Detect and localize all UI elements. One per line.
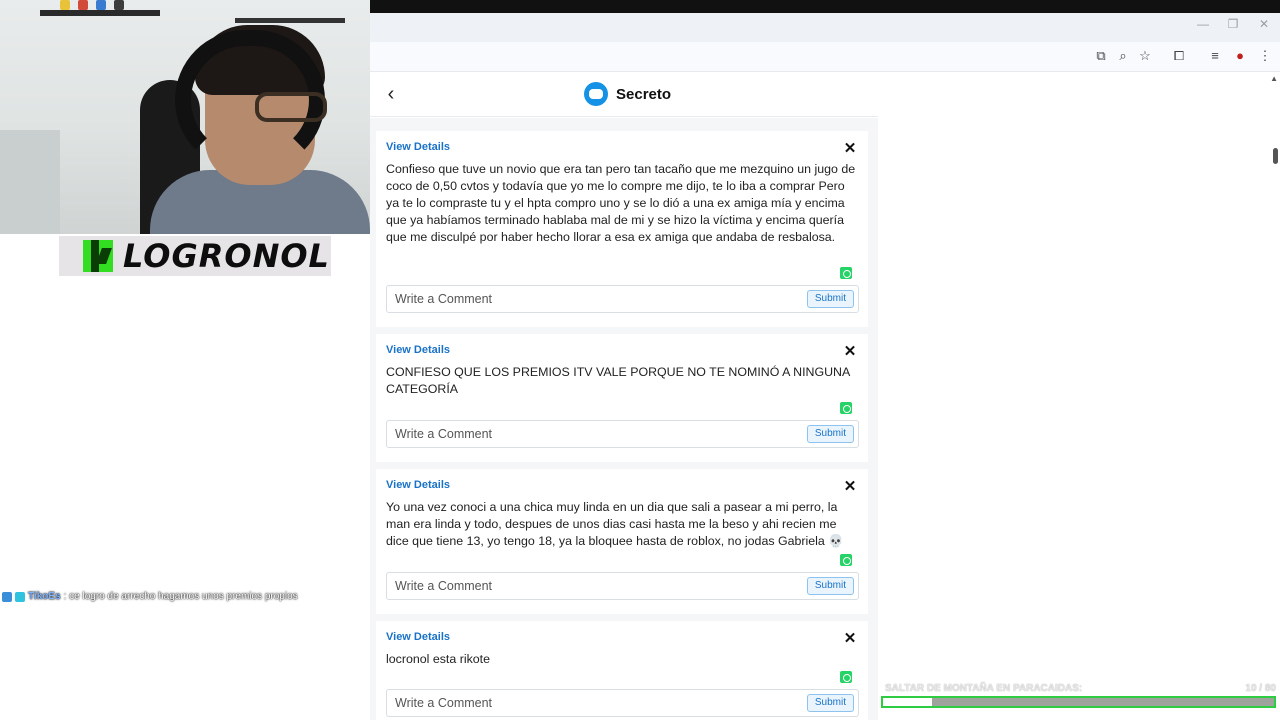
screen-top-bar xyxy=(370,0,1280,13)
confession-text: locronol esta rikote xyxy=(386,652,490,666)
app-title: Secreto xyxy=(616,85,672,103)
browser-title-bar: — ❐ ✕ xyxy=(370,13,1280,42)
view-details-link[interactable]: View Details xyxy=(386,141,450,153)
shelf-figure xyxy=(96,0,106,10)
confession-card: View Details ✕ Confieso que tuve un novi… xyxy=(376,131,868,327)
brand: Secreto xyxy=(584,82,671,106)
close-icon[interactable]: ✕ xyxy=(842,629,858,647)
shelf-figure xyxy=(78,0,88,10)
close-icon[interactable]: ✕ xyxy=(842,477,858,495)
profile-icon[interactable]: ● xyxy=(1231,48,1249,63)
web-page: ‹ Secreto View Details ✕ Confieso que tu… xyxy=(370,73,1280,720)
screen: LOGRONOL TikoEs : ce logro de arrecho ha… xyxy=(0,0,1280,720)
shelf xyxy=(235,18,345,23)
view-details-link[interactable]: View Details xyxy=(386,631,450,643)
install-app-icon[interactable]: ⧉ xyxy=(1092,48,1110,64)
chat-bubble-icon xyxy=(584,82,608,106)
close-icon[interactable]: ✕ xyxy=(842,139,858,157)
comment-box: Submit xyxy=(386,572,859,600)
comment-box: Submit xyxy=(386,689,859,717)
channel-banner: LOGRONOL xyxy=(59,236,331,276)
comment-input[interactable] xyxy=(395,292,795,306)
minimize-icon[interactable]: — xyxy=(1193,17,1213,31)
channel-name: LOGRONOL xyxy=(123,237,330,275)
app-header: ‹ Secreto xyxy=(370,73,878,117)
confession-card: View Details ✕ CONFIESO QUE LOS PREMIOS … xyxy=(376,334,868,462)
comment-input[interactable] xyxy=(395,579,795,593)
submit-button[interactable]: Submit xyxy=(806,694,854,712)
whatsapp-share-icon[interactable] xyxy=(840,402,852,414)
close-window-icon[interactable]: ✕ xyxy=(1254,17,1274,31)
chat-text: : ce logro de arrecho hagamos unos premi… xyxy=(63,591,298,602)
goal-progress-bar xyxy=(881,696,1276,708)
confession-card: View Details ✕ locronol esta rikote Subm… xyxy=(376,621,868,720)
whatsapp-share-icon[interactable] xyxy=(840,554,852,566)
whatsapp-share-icon[interactable] xyxy=(840,671,852,683)
chat-message: TikoEs : ce logro de arrecho hagamos uno… xyxy=(2,591,298,602)
menu-icon[interactable]: ⋮ xyxy=(1256,48,1274,64)
confession-text: Confieso que tuve un novio que era tan p… xyxy=(386,162,856,244)
back-button[interactable]: ‹ xyxy=(382,83,400,107)
view-details-link[interactable]: View Details xyxy=(386,479,450,491)
extensions-icon[interactable]: ⧠ xyxy=(1170,48,1188,64)
browser-toolbar: ⧉ ⌕ ☆ ⧠ ≡ ● ⋮ xyxy=(370,42,1280,72)
webcam-feed xyxy=(0,0,370,234)
confession-text: Yo una vez conoci a una chica muy linda … xyxy=(386,500,844,548)
submit-button[interactable]: Submit xyxy=(806,577,854,595)
view-details-link[interactable]: View Details xyxy=(386,344,450,356)
media-icon[interactable]: ≡ xyxy=(1206,48,1224,63)
submit-button[interactable]: Submit xyxy=(806,425,854,443)
submit-button[interactable]: Submit xyxy=(806,290,854,308)
close-icon[interactable]: ✕ xyxy=(842,342,858,360)
bookmark-star-icon[interactable]: ☆ xyxy=(1136,48,1154,64)
scroll-up-arrow-icon[interactable]: ▲ xyxy=(1270,74,1278,83)
confession-card: View Details ✕ Yo una vez conoci a una c… xyxy=(376,469,868,614)
comment-input[interactable] xyxy=(395,696,795,710)
shelf-figure xyxy=(60,0,70,10)
goal-label: SALTAR DE MONTAÑA EN PARACAIDAS: xyxy=(885,683,1083,694)
background-door xyxy=(0,130,60,234)
shelf-figure xyxy=(114,0,124,10)
goal-count: 10 / 80 xyxy=(1245,683,1276,694)
confession-text: CONFIESO QUE LOS PREMIOS ITV VALE PORQUE… xyxy=(386,365,850,396)
comment-box: Submit xyxy=(386,285,859,313)
gift-badge-icon xyxy=(15,591,25,602)
comment-input[interactable] xyxy=(395,427,795,441)
restore-icon[interactable]: ❐ xyxy=(1223,17,1243,31)
goal-progress-fill xyxy=(883,698,932,706)
subscriber-badge-icon xyxy=(2,591,12,602)
comment-box: Submit xyxy=(386,420,859,448)
glasses xyxy=(255,92,327,122)
whatsapp-share-icon[interactable] xyxy=(840,267,852,279)
scrollbar-thumb[interactable] xyxy=(1273,148,1278,164)
kick-logo-icon xyxy=(83,240,113,272)
confession-feed: View Details ✕ Confieso que tuve un novi… xyxy=(370,118,878,720)
chat-username: TikoEs xyxy=(28,591,61,602)
zoom-icon[interactable]: ⌕ xyxy=(1114,48,1132,64)
shelf xyxy=(40,10,160,16)
